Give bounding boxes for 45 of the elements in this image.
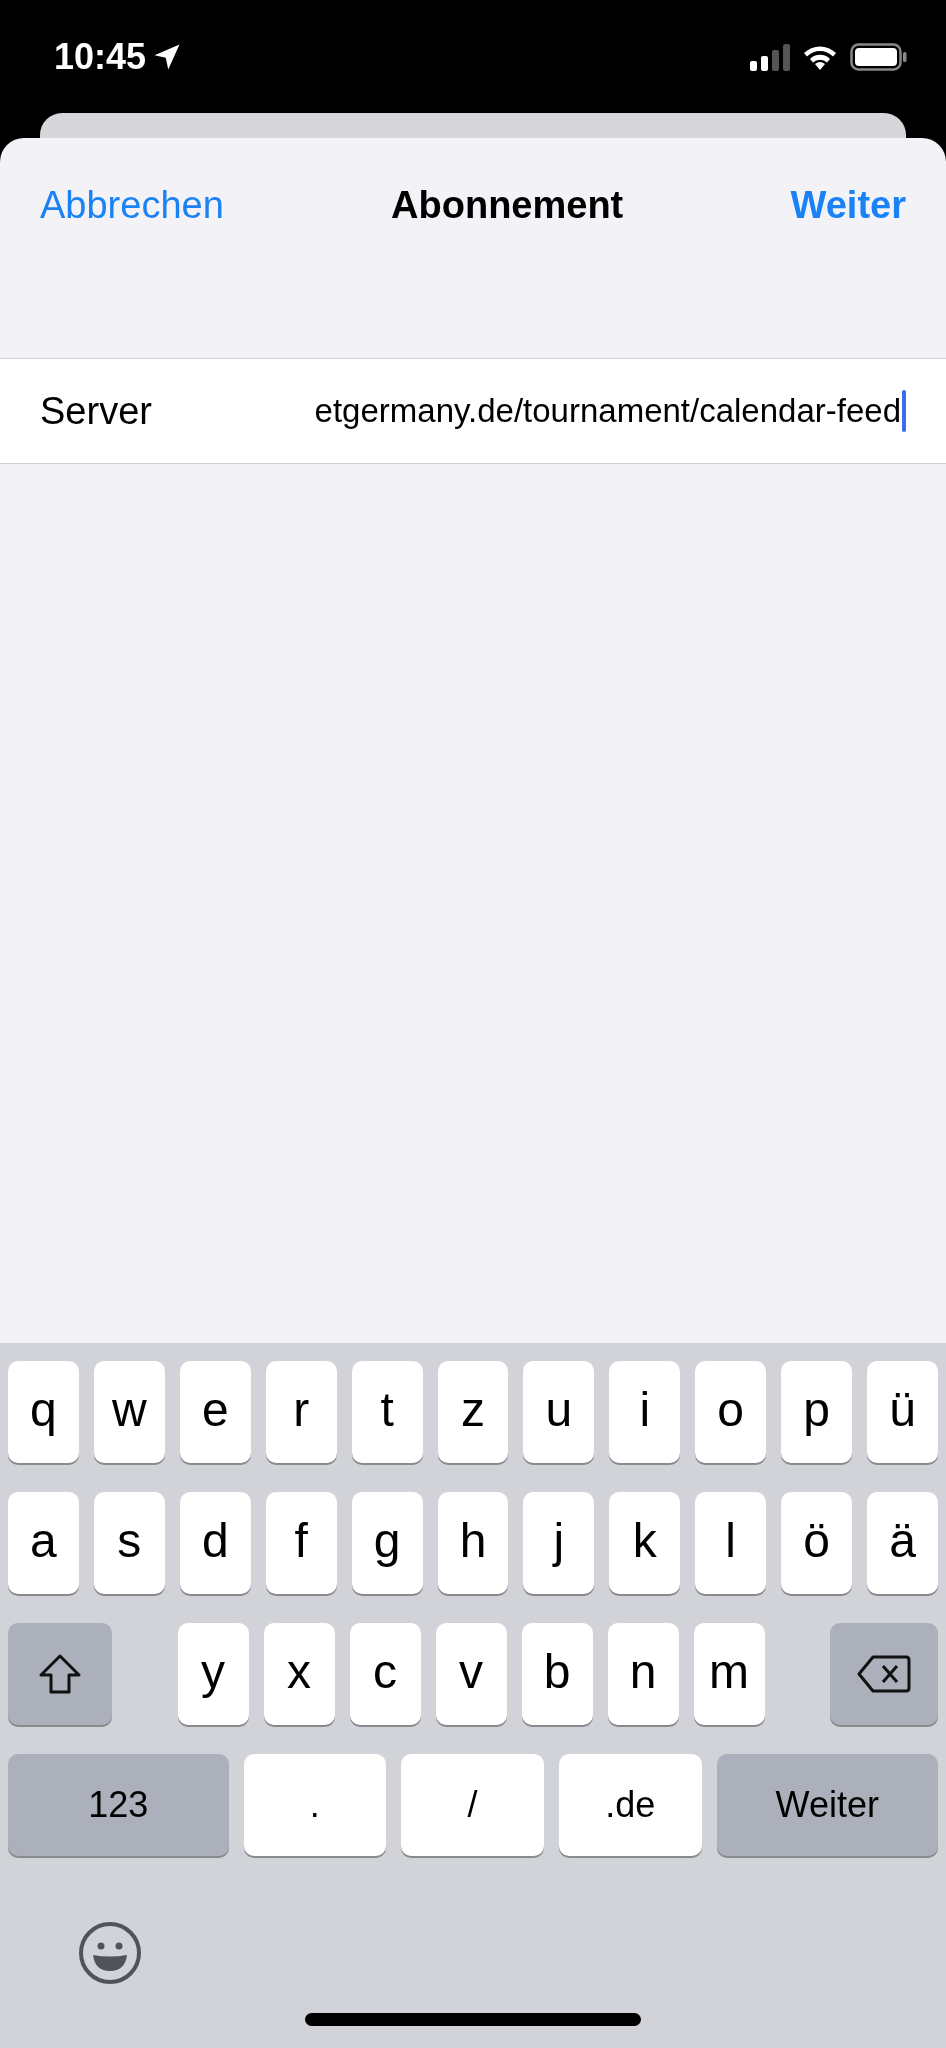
- character-key[interactable]: .: [243, 1754, 387, 1856]
- letter-key[interactable]: y: [177, 1623, 249, 1725]
- letter-key[interactable]: o: [695, 1361, 767, 1463]
- letter-key[interactable]: s: [93, 1492, 165, 1594]
- character-key[interactable]: .de: [558, 1754, 702, 1856]
- letter-key[interactable]: ä: [867, 1492, 938, 1594]
- emoji-icon[interactable]: [78, 1921, 142, 1985]
- letter-key[interactable]: q: [8, 1361, 79, 1463]
- letter-key[interactable]: p: [781, 1361, 853, 1463]
- letter-key[interactable]: z: [437, 1361, 509, 1463]
- server-field[interactable]: etgermany.de/tournament/calendar-feed: [276, 390, 906, 432]
- status-time: 10:45: [54, 35, 147, 78]
- signal-icon: [750, 42, 790, 71]
- backspace-key[interactable]: [830, 1623, 938, 1725]
- letter-key[interactable]: n: [607, 1623, 679, 1725]
- sheet-title: Abonnement: [391, 184, 624, 227]
- letter-key[interactable]: b: [521, 1623, 593, 1725]
- letter-key[interactable]: ö: [781, 1492, 853, 1594]
- letter-key[interactable]: f: [265, 1492, 337, 1594]
- shift-icon: [37, 1653, 83, 1695]
- letter-key[interactable]: l: [695, 1492, 767, 1594]
- character-key[interactable]: /: [401, 1754, 544, 1856]
- letter-key[interactable]: t: [351, 1361, 423, 1463]
- shift-key[interactable]: [8, 1623, 112, 1725]
- return-key[interactable]: Weiter: [716, 1754, 938, 1856]
- numbers-key[interactable]: 123: [8, 1754, 229, 1856]
- letter-key[interactable]: i: [609, 1361, 681, 1463]
- letter-key[interactable]: j: [523, 1492, 595, 1594]
- letter-key[interactable]: r: [265, 1361, 337, 1463]
- battery-icon: [850, 42, 908, 71]
- letter-key[interactable]: x: [263, 1623, 335, 1725]
- server-label: Server: [40, 389, 153, 433]
- backspace-icon: [857, 1655, 911, 1693]
- letter-key[interactable]: h: [437, 1492, 509, 1594]
- letter-key[interactable]: v: [435, 1623, 507, 1725]
- letter-key[interactable]: a: [8, 1492, 79, 1594]
- letter-key[interactable]: g: [351, 1492, 423, 1594]
- letter-key[interactable]: d: [179, 1492, 251, 1594]
- letter-key[interactable]: u: [523, 1361, 595, 1463]
- letter-key[interactable]: e: [179, 1361, 251, 1463]
- letter-key[interactable]: ü: [867, 1361, 938, 1463]
- letter-key[interactable]: w: [93, 1361, 165, 1463]
- letter-key[interactable]: m: [693, 1623, 765, 1725]
- letter-key[interactable]: k: [609, 1492, 681, 1594]
- letter-key[interactable]: c: [349, 1623, 421, 1725]
